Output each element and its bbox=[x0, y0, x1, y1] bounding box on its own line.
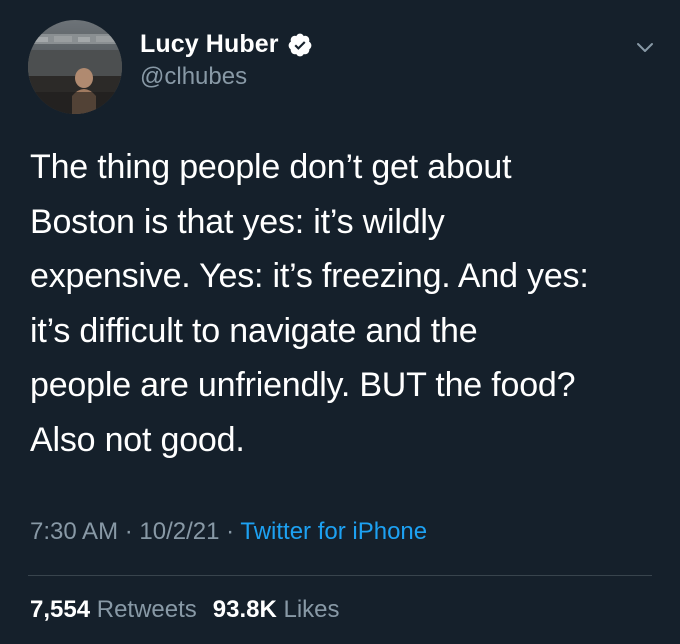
likes-count: 93.8K bbox=[212, 596, 277, 623]
author-block: Lucy Huber @clhubes bbox=[140, 30, 313, 91]
tweet-text-line: people are unfriendly. BUT the food? bbox=[30, 366, 576, 405]
divider bbox=[28, 575, 652, 576]
chevron-down-icon[interactable] bbox=[634, 36, 656, 58]
meta-separator: · bbox=[219, 518, 241, 545]
retweets-label: Retweets bbox=[90, 596, 197, 623]
name-row: Lucy Huber bbox=[140, 30, 313, 59]
tweet-source-link[interactable]: Twitter for iPhone bbox=[240, 518, 427, 545]
tweet-text-line: it’s difficult to navigate and the bbox=[30, 311, 478, 350]
tweet-card: Lucy Huber @clhubes The thing people don… bbox=[0, 0, 680, 644]
tweet-time[interactable]: 7:30 AM bbox=[30, 518, 118, 545]
tweet-stats: 7,554 Retweets 93.8K Likes bbox=[30, 596, 340, 624]
retweets-count: 7,554 bbox=[30, 596, 91, 623]
display-name[interactable]: Lucy Huber bbox=[140, 30, 279, 59]
tweet-text-line: Boston is that yes: it’s wildly bbox=[30, 202, 445, 241]
avatar-photo bbox=[28, 20, 122, 114]
tweet-date[interactable]: 10/2/21 bbox=[139, 518, 219, 545]
avatar[interactable] bbox=[28, 20, 122, 114]
tweet-text-line: Also not good. bbox=[30, 420, 245, 459]
meta-separator: · bbox=[118, 518, 140, 545]
user-handle[interactable]: @clhubes bbox=[140, 63, 313, 91]
likes-label: Likes bbox=[276, 596, 340, 623]
verified-badge-icon bbox=[287, 32, 313, 58]
tweet-text-line: expensive. Yes: it’s freezing. And yes: bbox=[30, 257, 589, 296]
tweet-text-line: The thing people don’t get about bbox=[30, 148, 512, 186]
tweet-text: The thing people don’t get about Boston … bbox=[30, 140, 662, 468]
likes-stat[interactable]: 93.8K Likes bbox=[213, 596, 340, 623]
retweets-stat[interactable]: 7,554 Retweets bbox=[30, 596, 197, 623]
tweet-meta: 7:30 AM · 10/2/21 · Twitter for iPhone bbox=[30, 518, 427, 546]
